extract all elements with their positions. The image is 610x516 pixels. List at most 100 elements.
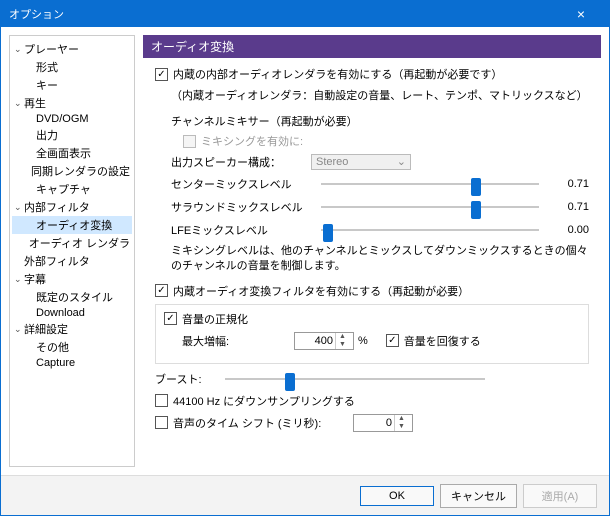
checkbox-recover-volume[interactable] xyxy=(386,334,399,347)
label-downsample: 44100 Hz にダウンサンプリングする xyxy=(173,393,355,409)
row-builtin-renderer: 内蔵の内部オーディオレンダラを有効にする（再起動が必要です） xyxy=(155,66,589,82)
close-icon[interactable]: × xyxy=(561,6,601,22)
slider-boost[interactable] xyxy=(225,370,485,388)
tree-item-2[interactable]: キー xyxy=(12,76,132,94)
caret-down-icon[interactable]: ⌄ xyxy=(14,324,24,335)
input-timeshift[interactable]: ▲▼ xyxy=(353,414,413,432)
slider-center-mix[interactable] xyxy=(321,175,539,193)
row-center-mix: センターミックスレベル 0.71 xyxy=(171,175,589,193)
spin-down-icon[interactable]: ▼ xyxy=(336,341,349,349)
titlebar: オプション × xyxy=(1,1,609,27)
input-max-amp[interactable]: ▲▼ xyxy=(294,332,354,350)
tree-item-label: 出力 xyxy=(36,127,58,143)
value-lfe-mix: 0.00 xyxy=(549,224,589,236)
renderer-note: （内蔵オーディオレンダラ：自動設定の音量、レート、テンポ、マトリックスなど） xyxy=(171,87,589,103)
main-panel: オーディオ変換 内蔵の内部オーディオレンダラを有効にする（再起動が必要です） （… xyxy=(143,35,601,467)
label-boost: ブースト: xyxy=(155,371,215,387)
row-speaker-config: 出力スピーカー構成： Stereo xyxy=(171,154,589,170)
label-max-amp: 最大増幅: xyxy=(164,333,294,349)
tree-item-label: キャプチャ xyxy=(36,181,91,197)
tree-item-12[interactable]: 外部フィルタ xyxy=(12,252,132,270)
spin-up-icon[interactable]: ▲ xyxy=(395,415,408,423)
label-normalize: 音量の正規化 xyxy=(182,311,248,327)
label-lfe-mix: LFEミックスレベル xyxy=(171,222,311,238)
tree-item-label: 字幕 xyxy=(24,271,46,287)
tree-item-label: 同期レンダラの設定 xyxy=(31,163,130,179)
caret-down-icon[interactable]: ⌄ xyxy=(14,202,24,213)
numeric-max-amp[interactable] xyxy=(295,334,335,348)
nav-tree[interactable]: ⌄プレーヤー形式キー⌄再生DVD/OGM出力全画面表示同期レンダラの設定キャプチ… xyxy=(9,35,135,467)
tree-item-label: オーディオ レンダラ xyxy=(29,235,130,251)
tree-item-13[interactable]: ⌄字幕 xyxy=(12,270,132,288)
checkbox-normalize[interactable] xyxy=(164,312,177,325)
tree-item-label: 全画面表示 xyxy=(36,145,91,161)
label-timeshift: 音声のタイム シフト (ミリ秒): xyxy=(173,415,353,431)
tree-item-label: DVD/OGM xyxy=(36,113,89,125)
label-surround-mix: サラウンドミックスレベル xyxy=(171,199,311,215)
tree-item-4[interactable]: DVD/OGM xyxy=(12,112,132,126)
caret-down-icon[interactable]: ⌄ xyxy=(14,98,24,109)
tree-item-16[interactable]: ⌄詳細設定 xyxy=(12,320,132,338)
tree-item-label: 既定のスタイル xyxy=(36,289,113,305)
tree-item-label: 詳細設定 xyxy=(24,321,68,337)
label-convert-filter: 内蔵オーディオ変換フィルタを有効にする（再起動が必要） xyxy=(173,283,469,299)
tree-item-15[interactable]: Download xyxy=(12,306,132,320)
tree-item-label: Capture xyxy=(36,357,75,369)
mixer-heading: チャンネルミキサー（再起動が必要） xyxy=(171,113,589,129)
tree-item-label: 内部フィルタ xyxy=(24,199,90,215)
content-area: ⌄プレーヤー形式キー⌄再生DVD/OGM出力全画面表示同期レンダラの設定キャプチ… xyxy=(1,27,609,475)
unit-max-amp: % xyxy=(358,335,368,347)
tree-item-14[interactable]: 既定のスタイル xyxy=(12,288,132,306)
label-mixing-enable: ミキシングを有効に: xyxy=(201,133,303,149)
tree-item-10[interactable]: オーディオ変換 xyxy=(12,216,132,234)
slider-surround-mix[interactable] xyxy=(321,198,539,216)
ok-button[interactable]: OK xyxy=(360,486,434,506)
tree-item-label: Download xyxy=(36,307,85,319)
section-header: オーディオ変換 xyxy=(143,35,601,58)
value-center-mix: 0.71 xyxy=(549,178,589,190)
checkbox-convert-filter[interactable] xyxy=(155,284,168,297)
spin-down-icon[interactable]: ▼ xyxy=(395,423,408,431)
row-lfe-mix: LFEミックスレベル 0.00 xyxy=(171,221,589,239)
caret-down-icon[interactable]: ⌄ xyxy=(14,274,24,285)
slider-lfe-mix[interactable] xyxy=(321,221,539,239)
tree-item-5[interactable]: 出力 xyxy=(12,126,132,144)
row-surround-mix: サラウンドミックスレベル 0.71 xyxy=(171,198,589,216)
label-builtin-renderer: 内蔵の内部オーディオレンダラを有効にする（再起動が必要です） xyxy=(173,66,502,82)
checkbox-builtin-renderer[interactable] xyxy=(155,68,168,81)
tree-item-label: 再生 xyxy=(24,95,46,111)
row-normalize: 音量の正規化 xyxy=(164,311,580,327)
tree-item-1[interactable]: 形式 xyxy=(12,58,132,76)
button-bar: OK キャンセル 適用(A) xyxy=(1,475,609,515)
select-speaker-config: Stereo xyxy=(311,154,411,170)
tree-item-0[interactable]: ⌄プレーヤー xyxy=(12,40,132,58)
label-speaker-config: 出力スピーカー構成： xyxy=(171,154,311,170)
tree-item-label: キー xyxy=(36,77,58,93)
checkbox-downsample[interactable] xyxy=(155,394,168,407)
cancel-button[interactable]: キャンセル xyxy=(440,484,517,508)
tree-item-6[interactable]: 全画面表示 xyxy=(12,144,132,162)
label-recover-volume: 音量を回復する xyxy=(404,333,481,349)
tree-item-8[interactable]: キャプチャ xyxy=(12,180,132,198)
row-mixing-enable: ミキシングを有効に: xyxy=(183,133,589,149)
tree-item-label: 形式 xyxy=(36,59,58,75)
groupbox-normalize: 音量の正規化 最大増幅: ▲▼ % 音量を回復する xyxy=(155,304,589,364)
caret-down-icon[interactable]: ⌄ xyxy=(14,44,24,55)
tree-item-17[interactable]: その他 xyxy=(12,338,132,356)
tree-item-7[interactable]: 同期レンダラの設定 xyxy=(12,162,132,180)
tree-item-18[interactable]: Capture xyxy=(12,356,132,370)
row-boost: ブースト: xyxy=(155,370,589,388)
apply-button: 適用(A) xyxy=(523,484,597,508)
tree-item-label: その他 xyxy=(36,339,69,355)
numeric-timeshift[interactable] xyxy=(354,416,394,430)
mixing-note: ミキシングレベルは、他のチャンネルとミックスしてダウンミックスするときの個々のチ… xyxy=(171,244,589,275)
row-convert-filter: 内蔵オーディオ変換フィルタを有効にする（再起動が必要） xyxy=(155,283,589,299)
tree-item-9[interactable]: ⌄内部フィルタ xyxy=(12,198,132,216)
checkbox-mixing-enable xyxy=(183,135,196,148)
tree-item-3[interactable]: ⌄再生 xyxy=(12,94,132,112)
checkbox-timeshift[interactable] xyxy=(155,416,168,429)
spin-up-icon[interactable]: ▲ xyxy=(336,333,349,341)
tree-item-label: プレーヤー xyxy=(24,41,79,57)
row-max-amp: 最大増幅: ▲▼ % 音量を回復する xyxy=(164,332,580,350)
tree-item-11[interactable]: オーディオ レンダラ xyxy=(12,234,132,252)
